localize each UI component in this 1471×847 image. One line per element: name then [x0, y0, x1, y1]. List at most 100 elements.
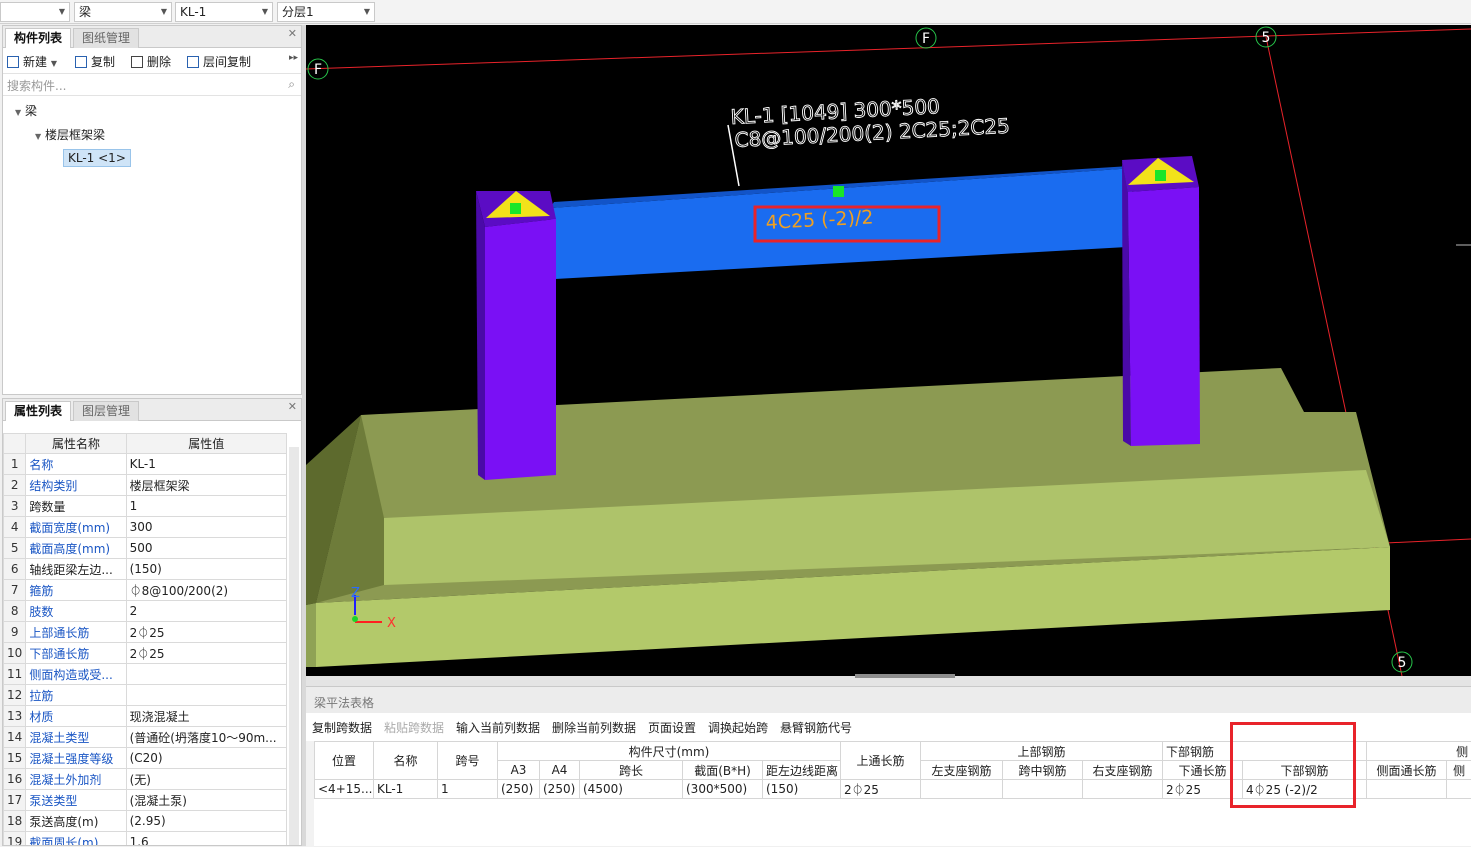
property-name: 箍筋: [26, 580, 126, 601]
table-row[interactable]: 3跨数量1: [4, 496, 287, 517]
component-search-input[interactable]: 搜索构件... ⌕: [3, 74, 301, 96]
axis-label-f-top: F: [922, 31, 930, 47]
column-left[interactable]: [485, 219, 556, 480]
property-value[interactable]: (2.95): [126, 811, 286, 832]
property-name: 下部通长筋: [26, 643, 126, 664]
table-row[interactable]: 5截面高度(mm)500: [4, 538, 287, 559]
property-value[interactable]: (150): [126, 559, 286, 580]
row-number: 9: [4, 622, 26, 643]
property-name: 混凝土外加剂: [26, 769, 126, 790]
floor-copy-icon: [187, 56, 199, 68]
input-column-data-button[interactable]: 输入当前列数据: [456, 719, 540, 736]
more-icon[interactable]: ▸▸: [289, 53, 298, 63]
property-name: 轴线距梁左边...: [26, 559, 126, 580]
3d-viewport[interactable]: F F 5 5 KL-1 [1049] 300*500 C: [306, 25, 1471, 676]
property-value[interactable]: KL-1: [126, 454, 286, 475]
row-number: 13: [4, 706, 26, 727]
page-setup-button[interactable]: 页面设置: [648, 719, 696, 736]
table-row[interactable]: 2结构类别楼层框架梁: [4, 475, 287, 496]
table-row[interactable]: 14混凝土类型(普通砼(坍落度10～90m...: [4, 727, 287, 748]
component-tree: ▼ 梁 ▼ 楼层框架梁 KL-1 <1>: [3, 96, 301, 386]
tab-layer-management[interactable]: 图层管理: [73, 401, 139, 421]
table-row[interactable]: 4截面宽度(mm)300: [4, 517, 287, 538]
property-value[interactable]: (C20): [126, 748, 286, 769]
table-row[interactable]: 17泵送类型(混凝土泵): [4, 790, 287, 811]
row-number: 10: [4, 643, 26, 664]
property-value[interactable]: [126, 664, 286, 685]
property-value[interactable]: 1: [126, 496, 286, 517]
property-name: 名称: [26, 454, 126, 475]
property-value[interactable]: 300: [126, 517, 286, 538]
chevron-down-icon: ▼: [262, 3, 268, 21]
delete-column-data-button[interactable]: 删除当前列数据: [552, 719, 636, 736]
property-value[interactable]: [126, 685, 286, 706]
table-row[interactable]: 18泵送高度(m)(2.95): [4, 811, 287, 832]
property-name: 泵送类型: [26, 790, 126, 811]
copy-span-data-button[interactable]: 复制跨数据: [312, 719, 372, 736]
table-row[interactable]: 7箍筋⏀8@100/200(2): [4, 580, 287, 601]
row-number: 14: [4, 727, 26, 748]
property-name: 侧面构造或受...: [26, 664, 126, 685]
property-name: 截面宽度(mm): [26, 517, 126, 538]
table-row[interactable]: 10下部通长筋2⏀25: [4, 643, 287, 664]
cantilever-rebar-code-button[interactable]: 悬臂钢筋代号: [780, 719, 852, 736]
tree-node-frame-beam[interactable]: ▼ 楼层框架梁: [35, 126, 105, 143]
property-value[interactable]: 现浇混凝土: [126, 706, 286, 727]
property-name: 拉筋: [26, 685, 126, 706]
table-row[interactable]: 6轴线距梁左边...(150): [4, 559, 287, 580]
property-name: 材质: [26, 706, 126, 727]
beam-table-panel: 梁平法表格 复制跨数据 粘贴跨数据 输入当前列数据 删除当前列数据 页面设置 调…: [306, 686, 1471, 846]
property-value[interactable]: (普通砼(坍落度10～90m...: [126, 727, 286, 748]
property-value[interactable]: 2: [126, 601, 286, 622]
new-button[interactable]: 新建 ▼: [7, 53, 57, 70]
component-name-combo[interactable]: KL-1▼: [175, 2, 273, 22]
close-icon[interactable]: ✕: [288, 27, 297, 40]
delete-button[interactable]: 删除: [131, 53, 171, 70]
component-list-panel: 构件列表 图纸管理 ✕ 新建 ▼ 复制 删除 层间复制 ▸▸ 搜索构件... ⌕…: [2, 25, 302, 395]
close-icon[interactable]: ✕: [288, 400, 297, 413]
table-row[interactable]: 13材质现浇混凝土: [4, 706, 287, 727]
property-value[interactable]: 500: [126, 538, 286, 559]
floor-copy-button[interactable]: 层间复制: [187, 53, 251, 70]
tree-node-beam[interactable]: ▼ 梁: [15, 102, 37, 119]
table-row[interactable]: 12拉筋: [4, 685, 287, 706]
chevron-down-icon: ▼: [364, 3, 370, 21]
copy-button[interactable]: 复制: [75, 53, 115, 70]
table-row[interactable]: 8肢数2: [4, 601, 287, 622]
swap-start-span-button[interactable]: 调换起始跨: [708, 719, 768, 736]
table-row[interactable]: 15混凝土强度等级(C20): [4, 748, 287, 769]
row-number: 5: [4, 538, 26, 559]
table-row[interactable]: 1名称KL-1: [4, 454, 287, 475]
table-row[interactable]: 9上部通长筋2⏀25: [4, 622, 287, 643]
beam-table-title: 梁平法表格: [306, 687, 1471, 713]
axis-line-f: [306, 29, 1471, 69]
table-row[interactable]: 19截面周长(m)1.6: [4, 832, 287, 847]
axis-label-5-top: 5: [1262, 30, 1271, 46]
column-right[interactable]: [1128, 187, 1200, 446]
table-row[interactable]: 16混凝土外加剂(无): [4, 769, 287, 790]
layer-combo[interactable]: 分层1▼: [277, 2, 375, 22]
property-scrollbar[interactable]: [289, 447, 299, 845]
tab-component-list[interactable]: 构件列表: [5, 28, 71, 48]
property-value[interactable]: 2⏀25: [126, 622, 286, 643]
property-value[interactable]: 楼层框架梁: [126, 475, 286, 496]
row-number: 3: [4, 496, 26, 517]
property-name: 截面高度(mm): [26, 538, 126, 559]
tab-drawing-management[interactable]: 图纸管理: [73, 28, 139, 48]
property-name: 肢数: [26, 601, 126, 622]
property-value[interactable]: 1.6: [126, 832, 286, 847]
paste-span-data-button[interactable]: 粘贴跨数据: [384, 719, 444, 736]
chevron-down-icon: ▼: [59, 3, 65, 21]
floor-combo[interactable]: ▼: [0, 2, 70, 22]
property-value[interactable]: 2⏀25: [126, 643, 286, 664]
property-value[interactable]: (无): [126, 769, 286, 790]
property-value[interactable]: ⏀8@100/200(2): [126, 580, 286, 601]
tab-property-list[interactable]: 属性列表: [5, 401, 71, 421]
component-type-combo[interactable]: 梁▼: [74, 2, 172, 22]
beam-midpoint-grip[interactable]: [833, 186, 844, 197]
table-row[interactable]: 11侧面构造或受...: [4, 664, 287, 685]
property-value[interactable]: (混凝土泵): [126, 790, 286, 811]
3d-scene[interactable]: F F 5 5 KL-1 [1049] 300*500 C: [306, 25, 1471, 676]
tree-item-kl1[interactable]: KL-1 <1>: [63, 149, 131, 167]
row-number: 6: [4, 559, 26, 580]
